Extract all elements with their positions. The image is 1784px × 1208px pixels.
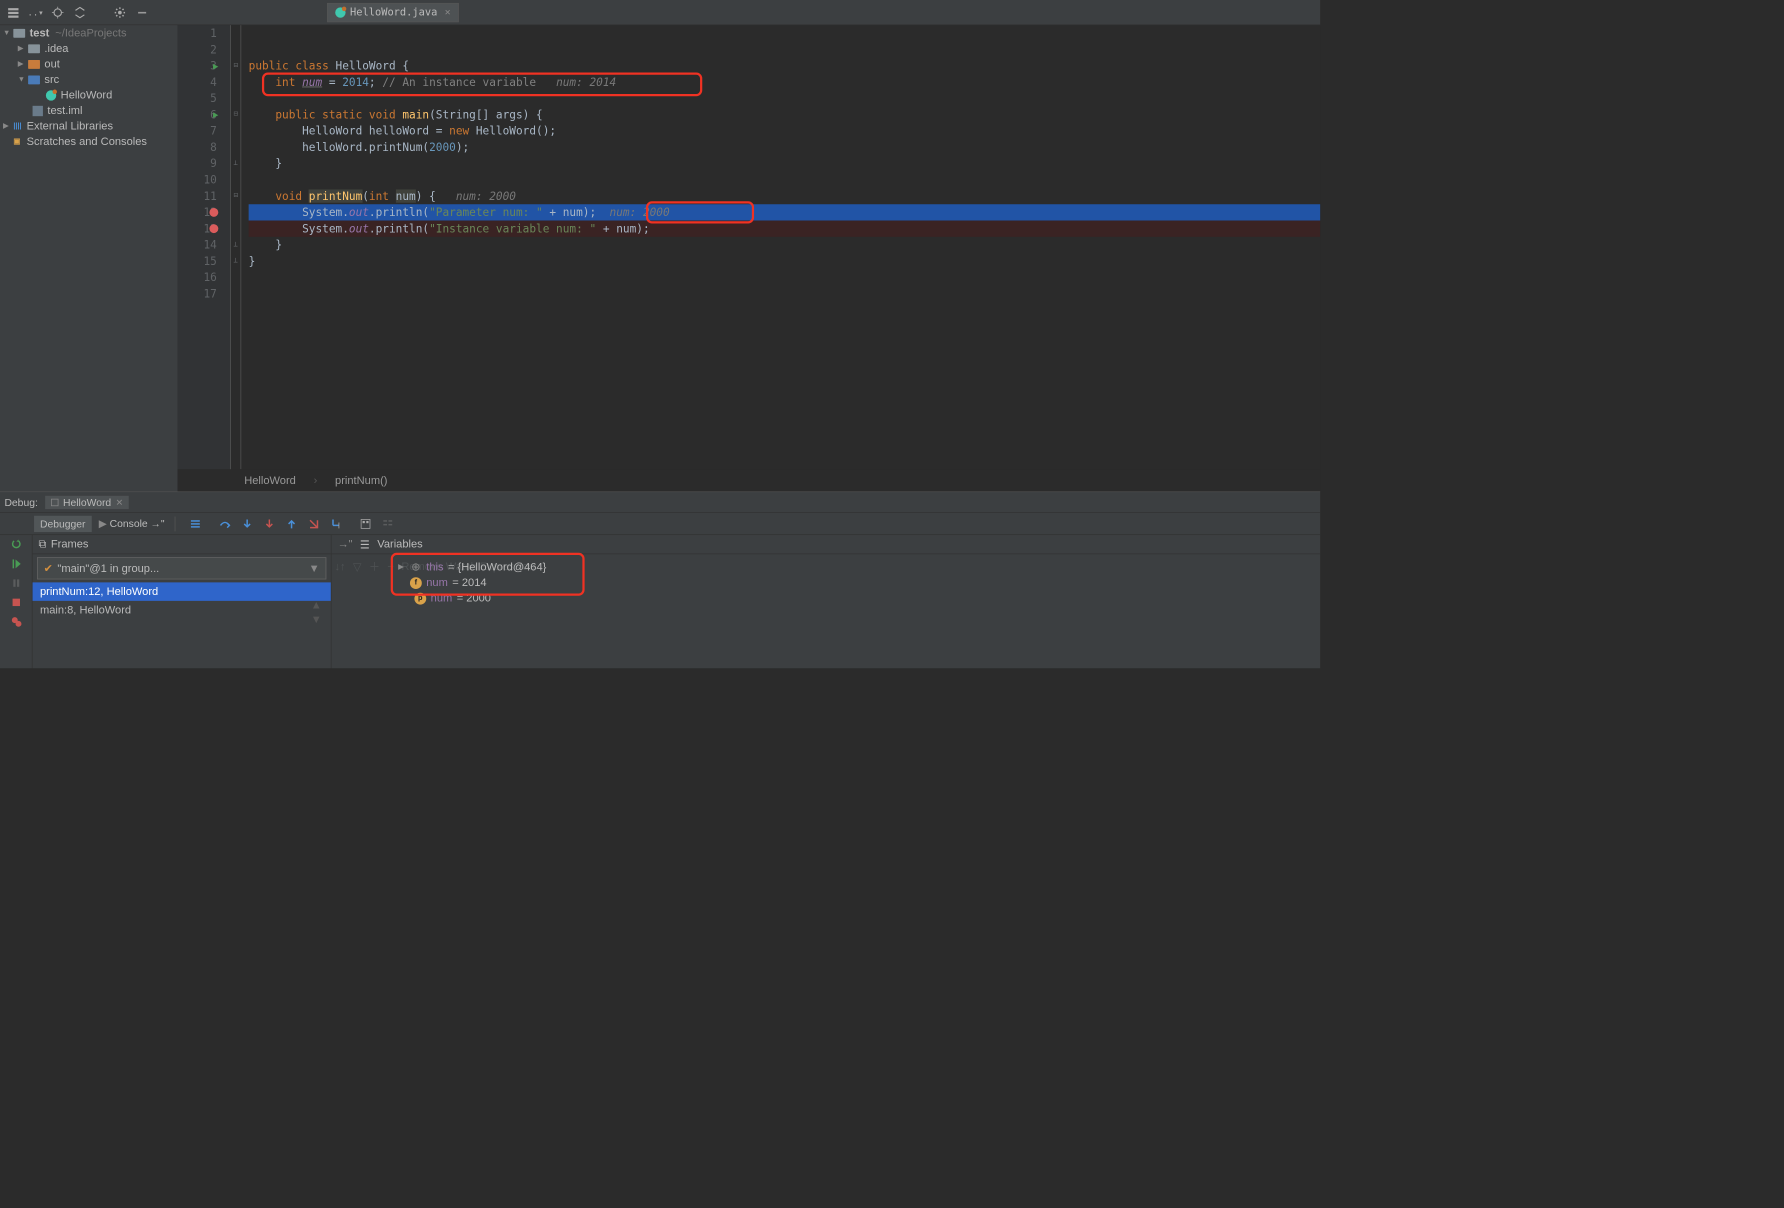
java-file-icon [46,90,56,100]
project-view-icon[interactable] [6,5,21,20]
run-gutter-icon[interactable]: ▶ [213,58,218,74]
select-dropdown-icon[interactable]: ..▾ [28,5,43,20]
scroll-up-icon[interactable]: ▲ [311,599,322,612]
expand-arrow-icon[interactable]: ▶ [3,122,10,130]
close-icon[interactable]: ✕ [116,497,123,507]
stack-frame[interactable]: main:8, HelloWord [33,601,331,620]
debug-label: Debug: [4,496,37,508]
folder-icon [28,44,40,53]
rerun-icon[interactable] [9,538,22,551]
editor-tab[interactable]: HelloWord.java ✕ [327,3,459,22]
debugger-tab[interactable]: Debugger [34,515,91,531]
gutter[interactable]: 1 2 3▶ 4 5 6▶ 7 8 9 10 11 12 13 14 15 16… [178,25,231,469]
iml-file-icon [33,105,43,115]
stack-frame[interactable]: printNum:12, HelloWord [33,582,331,601]
folder-icon [28,60,40,69]
code-content[interactable]: public class HelloWord { int num = 2014;… [241,25,1320,469]
breadcrumb-method[interactable]: printNum() [335,474,387,487]
frames-label: Frames [51,538,89,551]
scroll-down-icon[interactable]: ▼ [311,613,322,626]
thread-selector[interactable]: ✔ "main"@1 in group... ▼ [37,557,326,579]
run-to-cursor-icon[interactable] [326,515,347,533]
expand-arrow-icon[interactable]: ▶ [18,60,25,68]
library-icon: |||| [13,122,23,130]
breadcrumb-class[interactable]: HelloWord [244,474,296,487]
collapse-icon[interactable] [73,5,88,20]
stop-icon[interactable] [9,596,22,609]
variable-row[interactable]: p num = 2000 [398,591,1320,607]
variables-label: Variables [377,538,422,551]
fold-column[interactable]: ⊟⊟⊥⊟⊥⊥ [231,25,241,469]
tab-title: HelloWord.java [350,6,437,18]
locate-icon[interactable] [50,5,65,20]
close-tab-icon[interactable]: ✕ [445,7,451,18]
frames-stack-icon: ⧉ [38,538,46,551]
debug-sidebar [0,535,33,668]
field-badge-icon: f [410,577,422,589]
top-toolbar: ..▾ — HelloWord.java ✕ [0,0,1320,25]
expand-arrow-icon[interactable]: ▶ [18,44,25,52]
restore-layout-icon[interactable]: →" [337,538,352,551]
chevron-down-icon: ▼ [309,562,320,575]
config-icon [51,498,58,505]
step-into-icon[interactable] [237,515,258,533]
force-step-into-icon[interactable] [259,515,280,533]
expand-arrow-icon[interactable]: ▼ [3,29,10,37]
variables-panel[interactable]: →" ☰ Variables ↓↑▽＋− Remove Watch Expres… [332,535,1321,668]
expand-arrow-icon[interactable]: ▶ [398,563,405,571]
checkmark-icon: ✔ [44,562,53,575]
settings-gear-icon[interactable] [112,5,127,20]
step-out-icon[interactable] [282,515,303,533]
variables-list-icon: ☰ [360,538,370,551]
frames-panel[interactable]: ⧉ Frames ✔ "main"@1 in group... ▼ printN… [33,535,332,668]
trace-icon[interactable] [378,515,399,533]
drop-frame-icon[interactable] [304,515,325,533]
java-file-icon [335,7,345,17]
console-tab[interactable]: ▶ Console →" [93,515,171,532]
run-gutter-icon[interactable]: ▶ [213,107,218,123]
breakpoint-icon[interactable] [209,208,218,217]
code-editor[interactable]: 1 2 3▶ 4 5 6▶ 7 8 9 10 11 12 13 14 15 16… [178,25,1321,491]
expand-arrow-icon[interactable]: ▼ [18,75,25,83]
debug-panel: Debug: HelloWord ✕ Debugger ▶ Console →" [0,491,1320,668]
variable-row[interactable]: ▶ ⊕ this = {HelloWord@464} [398,559,1320,575]
debug-run-config-tab[interactable]: HelloWord ✕ [45,495,129,508]
folder-icon [13,28,25,37]
project-tree[interactable]: ▼test ~/IdeaProjects ▶.idea ▶out ▼src He… [0,25,178,491]
show-execution-point-icon[interactable] [185,515,206,533]
hide-icon[interactable]: — [135,5,150,20]
evaluate-expression-icon[interactable] [356,515,377,533]
this-icon: ⊕ [410,560,422,573]
folder-icon [28,75,40,84]
param-badge-icon: p [414,592,426,604]
step-over-icon[interactable] [215,515,236,533]
breakpoint-icon[interactable] [209,224,218,233]
resume-icon[interactable] [9,557,22,570]
view-breakpoints-icon[interactable] [9,615,22,628]
variable-row[interactable]: f num = 2014 [398,575,1320,591]
scratches-icon: ▣ [13,138,23,146]
editor-breadcrumbs[interactable]: HelloWord › printNum() [178,469,1321,491]
pause-icon[interactable] [9,576,22,589]
